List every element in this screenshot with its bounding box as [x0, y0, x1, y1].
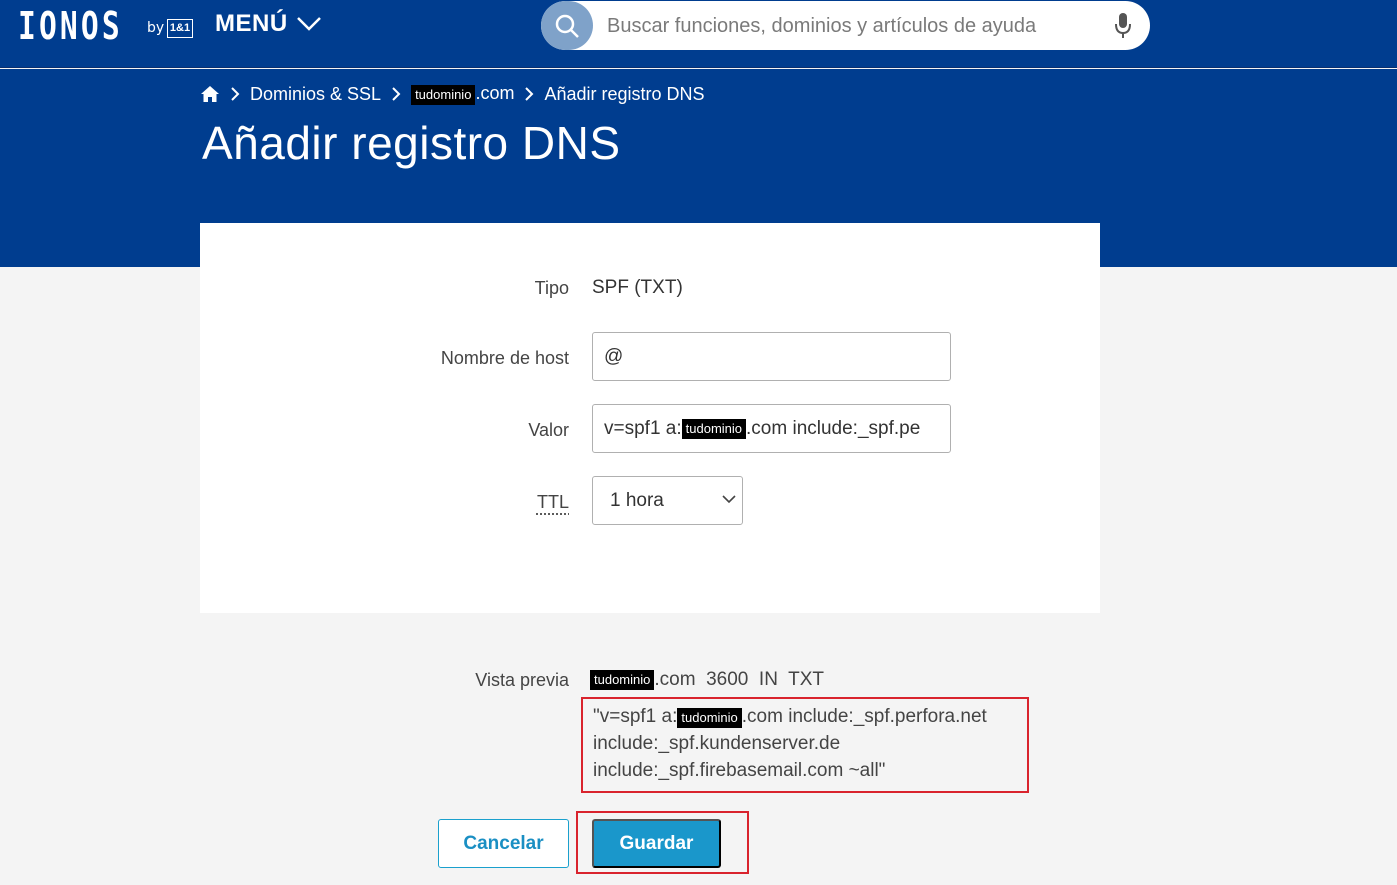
host-input[interactable]: @ [592, 332, 951, 381]
preview-line-3: include:_spf.firebasemail.com ~all" [593, 760, 886, 781]
page-title: Añadir registro DNS [202, 117, 621, 169]
host-value: @ [604, 345, 624, 367]
microphone-icon[interactable] [1114, 12, 1132, 40]
home-icon[interactable] [200, 85, 220, 103]
preview-line-1: "v=spf1 a: tudominio .com include:_spf.per… [593, 703, 1017, 730]
ttl-value: 1 hora [610, 489, 664, 511]
tipo-value: SPF (TXT) [592, 277, 683, 298]
preview-record-highlight: "v=spf1 a: tudominio .com include:_spf.per… [581, 697, 1029, 793]
logo-1and1-badge: 1&1 [167, 19, 193, 38]
host-label: Nombre de host [440, 348, 569, 368]
preview-head-suffix: .com 3600 IN TXT [654, 669, 825, 690]
ttl-select[interactable]: 1 hora [592, 476, 743, 525]
ttl-label-wrap: TTL [369, 492, 569, 513]
preview-line1-suffix: .com include:_spf.perfora.net [741, 706, 987, 727]
search-icon [555, 14, 579, 38]
redacted-domain: tudominio [411, 85, 476, 105]
valor-prefix: v=spf1 a: [604, 417, 682, 439]
ttl-label[interactable]: TTL [537, 492, 569, 512]
chevron-right-icon [524, 86, 534, 102]
breadcrumb-dominios[interactable]: Dominios & SSL [250, 84, 381, 105]
breadcrumb: Dominios & SSL tudominio .com Añadir regi… [200, 83, 705, 105]
valor-suffix: .com include:_spf.pe [746, 417, 921, 439]
preview-line-2: include:_spf.kundenserver.de [593, 733, 841, 754]
breadcrumb-current: Añadir registro DNS [544, 83, 705, 104]
chevron-down-icon [722, 495, 736, 504]
search-bar [541, 1, 1150, 50]
ionos-logo[interactable]: IONOS [18, 4, 123, 48]
redacted-domain: tudominio [681, 418, 747, 439]
breadcrumb-domain[interactable]: tudominio .com [411, 83, 514, 105]
cancel-button[interactable]: Cancelar [438, 819, 569, 868]
save-button[interactable]: Guardar [592, 819, 721, 868]
search-button[interactable] [541, 1, 593, 50]
search-input[interactable] [607, 11, 1107, 41]
valor-label: Valor [528, 420, 569, 440]
logo-by-text: by [147, 20, 165, 36]
menu-button[interactable]: MENÚ [215, 10, 322, 38]
menu-label: MENÚ [215, 10, 288, 37]
redacted-domain: tudominio [590, 670, 655, 690]
top-bar: IONOS by 1&1 MENÚ [0, 0, 1397, 68]
chevron-right-icon [230, 86, 240, 102]
chevron-down-icon [296, 17, 321, 31]
domain-suffix: .com [475, 83, 515, 103]
chevron-right-icon [391, 86, 401, 102]
valor-input[interactable]: v=spf1 a: tudominio .com include:_spf.pe [592, 404, 951, 453]
preview-line1-prefix: "v=spf1 a: [593, 706, 678, 727]
preview-label: Vista previa [475, 670, 569, 690]
tipo-label: Tipo [534, 278, 569, 298]
redacted-domain: tudominio [677, 708, 742, 728]
preview-header: tudominio .com 3600 IN TXT [590, 669, 824, 691]
